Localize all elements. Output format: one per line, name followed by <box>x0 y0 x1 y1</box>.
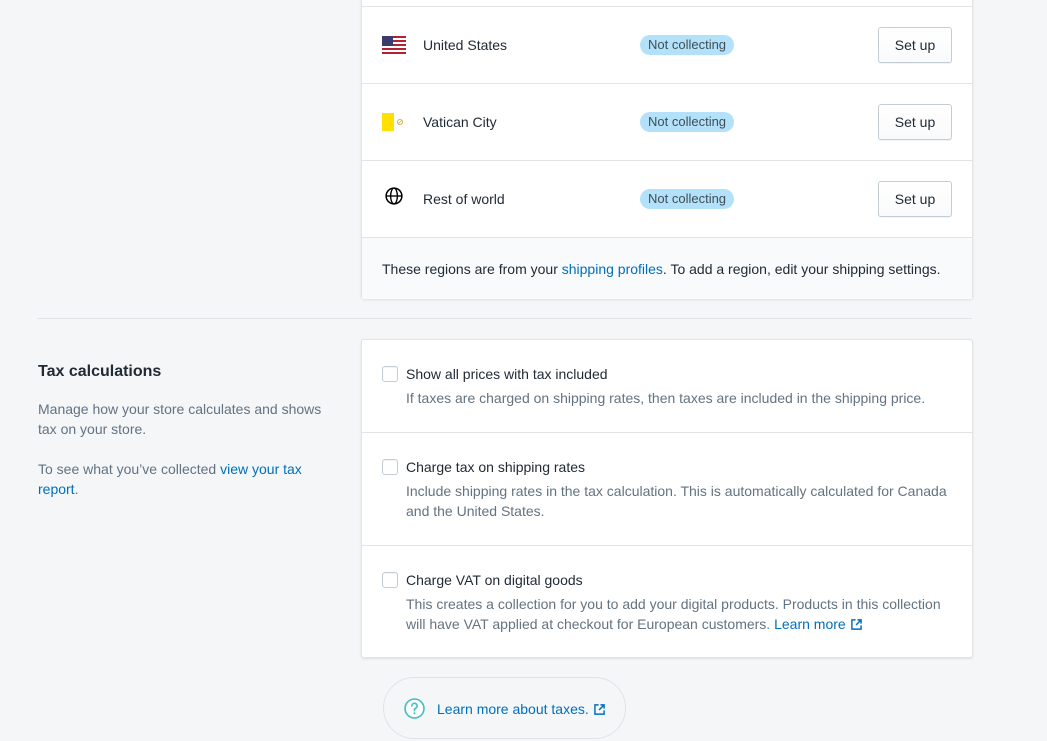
tax-report-note: To see what you’ve collected view your t… <box>38 459 328 499</box>
section-description: Manage how your store calculates and sho… <box>38 401 322 437</box>
footer-suffix: . To add a region, edit your shipping se… <box>662 261 941 277</box>
learn-more-taxes-label: Learn more about taxes. <box>437 701 589 717</box>
footer-prefix: These regions are from your <box>382 261 562 277</box>
us-flag-icon <box>382 36 406 54</box>
setup-button-united-states[interactable]: Set up <box>878 27 952 63</box>
region-name: Rest of world <box>423 191 505 207</box>
option-charge-vat-digital: Charge VAT on digital goods This creates… <box>362 545 972 658</box>
learn-more-label: Learn more <box>774 616 846 632</box>
option-charge-shipping-tax: Charge tax on shipping rates Include shi… <box>362 432 972 545</box>
vatican-flag-icon <box>382 113 406 131</box>
external-link-icon <box>593 704 605 715</box>
question-circle-icon <box>404 698 425 719</box>
option-label: Charge tax on shipping rates <box>406 459 585 475</box>
option-label: Show all prices with tax included <box>406 366 608 382</box>
tax-regions-card: United States Not collecting Set up Vati… <box>361 0 973 299</box>
option-tax-included: Show all prices with tax included If tax… <box>362 340 972 432</box>
option-help-text: Include shipping rates in the tax calcul… <box>406 483 947 519</box>
report-suffix: . <box>74 481 79 497</box>
section-divider <box>38 318 972 319</box>
charge-vat-digital-checkbox[interactable] <box>382 572 398 588</box>
section-title: Tax calculations <box>38 363 162 380</box>
charge-shipping-tax-checkbox[interactable] <box>382 459 398 475</box>
external-link-icon <box>850 619 862 630</box>
learn-more-link[interactable]: Learn more <box>774 616 862 632</box>
globe-icon <box>385 187 403 205</box>
regions-footer-note: These regions are from your shipping pro… <box>362 237 972 299</box>
region-name: Vatican City <box>423 114 497 130</box>
status-badge: Not collecting <box>640 35 735 55</box>
learn-more-taxes-footer: Learn more about taxes. <box>383 677 626 739</box>
learn-more-about-taxes-link[interactable]: Learn more about taxes. <box>437 700 605 718</box>
setup-button-rest-of-world[interactable]: Set up <box>878 181 952 217</box>
report-prefix: To see what you’ve collected <box>38 461 221 477</box>
tax-calculations-card: Show all prices with tax included If tax… <box>361 339 973 658</box>
region-row-vatican-city: Vatican City Not collecting Set up <box>362 83 972 160</box>
option-help-text: If taxes are charged on shipping rates, … <box>406 390 926 406</box>
shipping-profiles-link[interactable]: shipping profiles <box>562 261 663 277</box>
option-help-text: This creates a collection for you to add… <box>406 594 956 634</box>
tax-included-checkbox[interactable] <box>382 366 398 382</box>
setup-button-vatican-city[interactable]: Set up <box>878 104 952 140</box>
status-badge: Not collecting <box>640 112 735 132</box>
option-label: Charge VAT on digital goods <box>406 572 583 588</box>
status-badge: Not collecting <box>640 189 735 209</box>
region-row-rest-of-world: Rest of world Not collecting Set up <box>362 160 972 237</box>
region-name: United States <box>423 37 508 53</box>
region-row-united-states: United States Not collecting Set up <box>362 6 972 83</box>
